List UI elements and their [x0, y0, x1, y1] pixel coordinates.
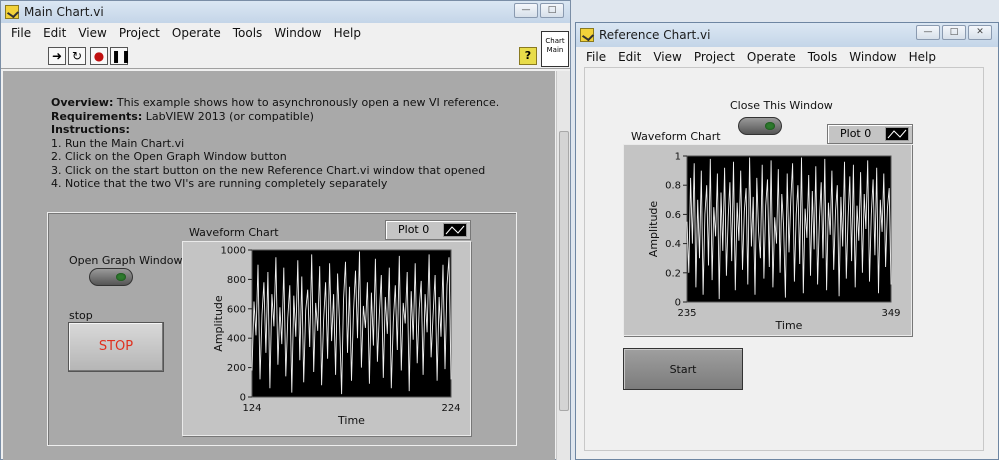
- overview-text: This example shows how to asynchronously…: [113, 96, 500, 109]
- main-waveform-chart: 0 200 400 600 800 1000 124 224 Time Amplitude: [212, 246, 461, 428]
- menu-operate[interactable]: Operate: [166, 26, 227, 40]
- labview-vi-icon: [5, 5, 19, 19]
- menu-edit[interactable]: Edit: [37, 26, 72, 40]
- legend-swatch: [443, 223, 467, 237]
- abort-icon[interactable]: ●: [90, 47, 108, 65]
- open-graph-window-button[interactable]: [89, 268, 133, 286]
- y-axis-label: Amplitude: [212, 295, 225, 352]
- main-window-title: Main Chart.vi: [24, 5, 104, 19]
- menu-help[interactable]: Help: [903, 50, 942, 64]
- reference-chart-window: Reference Chart.vi — □ ✕ File Edit View …: [575, 22, 999, 460]
- y-tick-label: 1000: [221, 246, 246, 257]
- restore-icon[interactable]: □: [942, 25, 966, 40]
- instruction-step: 1. Run the Main Chart.vi: [51, 136, 185, 150]
- menu-window[interactable]: Window: [268, 26, 327, 40]
- x-axis-label: Time: [775, 319, 803, 332]
- run-arrow-icon[interactable]: ➜: [48, 47, 66, 65]
- menu-project[interactable]: Project: [688, 50, 741, 64]
- vertical-scrollbar[interactable]: [556, 71, 570, 460]
- y-tick-label: 0.4: [665, 239, 681, 250]
- main-chart-legend[interactable]: Plot 0: [385, 220, 471, 240]
- vi-icon-badge: Chart Main: [541, 31, 569, 67]
- x-tick-label: 224: [441, 403, 460, 414]
- y-tick-label: 800: [227, 275, 246, 286]
- ref-chart-legend[interactable]: Plot 0: [827, 124, 913, 144]
- instruction-step: 4. Notice that the two VI's are running …: [51, 177, 388, 190]
- y-tick-label: 200: [227, 363, 246, 374]
- menu-file[interactable]: File: [580, 50, 612, 64]
- y-tick-label: 400: [227, 334, 246, 345]
- y-tick-label: 0.6: [665, 210, 681, 221]
- ref-menubar: File Edit View Project Operate Tools Win…: [576, 47, 998, 67]
- menu-view[interactable]: View: [647, 50, 687, 64]
- menu-view[interactable]: View: [72, 26, 112, 40]
- y-tick-label: 0.2: [665, 268, 681, 279]
- stop-button[interactable]: STOP: [68, 322, 164, 372]
- instruction-step: 3. Click on the start button on the new …: [51, 163, 486, 177]
- main-menubar: File Edit View Project Operate Tools Win…: [1, 23, 570, 43]
- y-tick-label: 0: [240, 393, 246, 404]
- instruction-step: 2. Click on the Open Graph Window button: [51, 150, 287, 163]
- y-tick-label: 0.8: [665, 181, 681, 192]
- y-tick-label: 0: [675, 298, 681, 309]
- ref-chart-title: Waveform Chart: [631, 130, 721, 143]
- pause-icon[interactable]: ❚❚: [110, 47, 131, 65]
- main-chart-window: Main Chart.vi — □ File Edit View Project…: [0, 0, 571, 460]
- x-axis-label: Time: [337, 414, 365, 427]
- overview-text-block: Overview: This example shows how to asyn…: [51, 96, 499, 191]
- menu-tools[interactable]: Tools: [802, 50, 844, 64]
- y-tick-label: 1: [675, 152, 681, 163]
- close-icon[interactable]: ✕: [968, 25, 992, 40]
- menu-help[interactable]: Help: [328, 26, 367, 40]
- menu-project[interactable]: Project: [113, 26, 166, 40]
- context-help-button[interactable]: ?: [519, 47, 537, 65]
- y-tick-label: 600: [227, 304, 246, 315]
- requirements-text: LabVIEW 2013 (or compatible): [142, 109, 314, 123]
- restore-icon[interactable]: □: [540, 3, 564, 18]
- main-chart-title: Waveform Chart: [189, 226, 279, 239]
- run-continuously-icon[interactable]: ↻: [68, 47, 86, 65]
- main-titlebar[interactable]: Main Chart.vi — □: [1, 1, 570, 23]
- legend-swatch: [885, 127, 909, 141]
- open-graph-label: Open Graph Window: [69, 254, 183, 267]
- main-toolbar: ➜ ↻ ● ❚❚ ?: [1, 43, 570, 69]
- menu-window[interactable]: Window: [843, 50, 902, 64]
- scrollbar-thumb[interactable]: [559, 131, 569, 411]
- minimize-icon[interactable]: —: [514, 3, 538, 18]
- menu-tools[interactable]: Tools: [227, 26, 269, 40]
- menu-operate[interactable]: Operate: [741, 50, 802, 64]
- ref-titlebar[interactable]: Reference Chart.vi — □ ✕: [576, 23, 998, 47]
- close-this-window-button[interactable]: [738, 117, 782, 135]
- labview-vi-icon: [580, 28, 594, 42]
- x-tick-label: 349: [881, 308, 900, 319]
- start-button[interactable]: Start: [623, 348, 743, 390]
- menu-edit[interactable]: Edit: [612, 50, 647, 64]
- ref-waveform-chart: 0 0.2 0.4 0.6 0.8 1 235 349 Time Amplitude: [647, 152, 901, 333]
- overview-label: Overview:: [51, 96, 114, 109]
- menu-file[interactable]: File: [5, 26, 37, 40]
- requirements-label: Requirements:: [51, 109, 143, 123]
- close-window-label: Close This Window: [730, 99, 833, 112]
- ref-window-title: Reference Chart.vi: [599, 28, 711, 42]
- x-tick-label: 235: [677, 308, 696, 319]
- legend-plot-name: Plot 0: [398, 223, 430, 236]
- stop-label: stop: [69, 309, 93, 322]
- instructions-label: Instructions:: [51, 123, 130, 136]
- y-axis-label: Amplitude: [647, 201, 660, 258]
- x-tick-label: 124: [242, 403, 261, 414]
- legend-plot-name: Plot 0: [840, 127, 872, 140]
- minimize-icon[interactable]: —: [916, 25, 940, 40]
